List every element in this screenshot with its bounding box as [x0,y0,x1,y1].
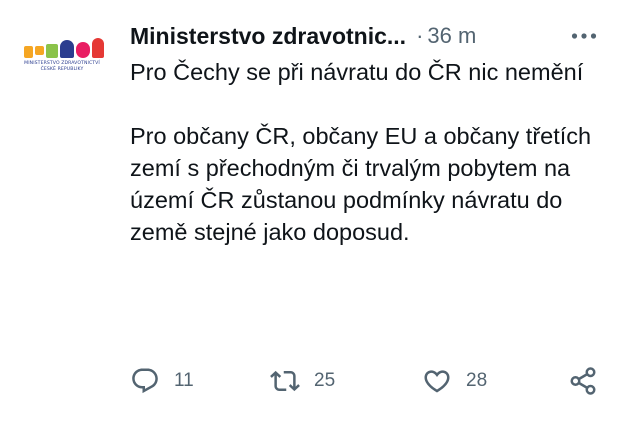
tweet-actions: 11 25 28 [130,364,605,398]
retweet-button[interactable]: 25 [270,364,335,398]
more-options-button[interactable] [567,22,601,50]
like-count: 28 [466,370,488,391]
avatar-caption: MINISTERSTVO ZDRAVOTNICTVÍ ČESKÉ REPUBLI… [24,61,100,72]
tweet-card[interactable]: MINISTERSTVO ZDRAVOTNICTVÍ ČESKÉ REPUBLI… [0,0,620,423]
author-avatar[interactable]: MINISTERSTVO ZDRAVOTNICTVÍ ČESKÉ REPUBLI… [18,36,106,86]
like-button[interactable]: 28 [422,364,487,398]
tweet-header: Ministerstvo zdravotnic... · 36 m [130,18,605,54]
heart-icon [424,370,450,393]
share-icon [570,367,596,395]
tweet-text-paragraph: Pro občany ČR, občany EU a občany třetíc… [130,123,592,245]
author-name[interactable]: Ministerstvo zdravotnic... [130,23,406,50]
retweet-count: 25 [314,370,336,391]
tweet-timestamp[interactable]: 36 m [427,23,476,49]
header-separator: · [416,23,424,48]
tweet-text-paragraph: Pro Čechy se při návratu do ČR nic neměn… [130,59,584,85]
share-button[interactable] [568,364,598,398]
reply-count: 11 [174,370,194,391]
more-horizontal-icon [571,33,597,39]
reply-button[interactable]: 11 [130,364,194,398]
reply-icon [132,368,158,394]
retweet-icon [270,370,300,392]
ministry-logo [24,36,106,58]
tweet-text: Pro Čechy se při návratu do ČR nic neměn… [130,56,600,248]
